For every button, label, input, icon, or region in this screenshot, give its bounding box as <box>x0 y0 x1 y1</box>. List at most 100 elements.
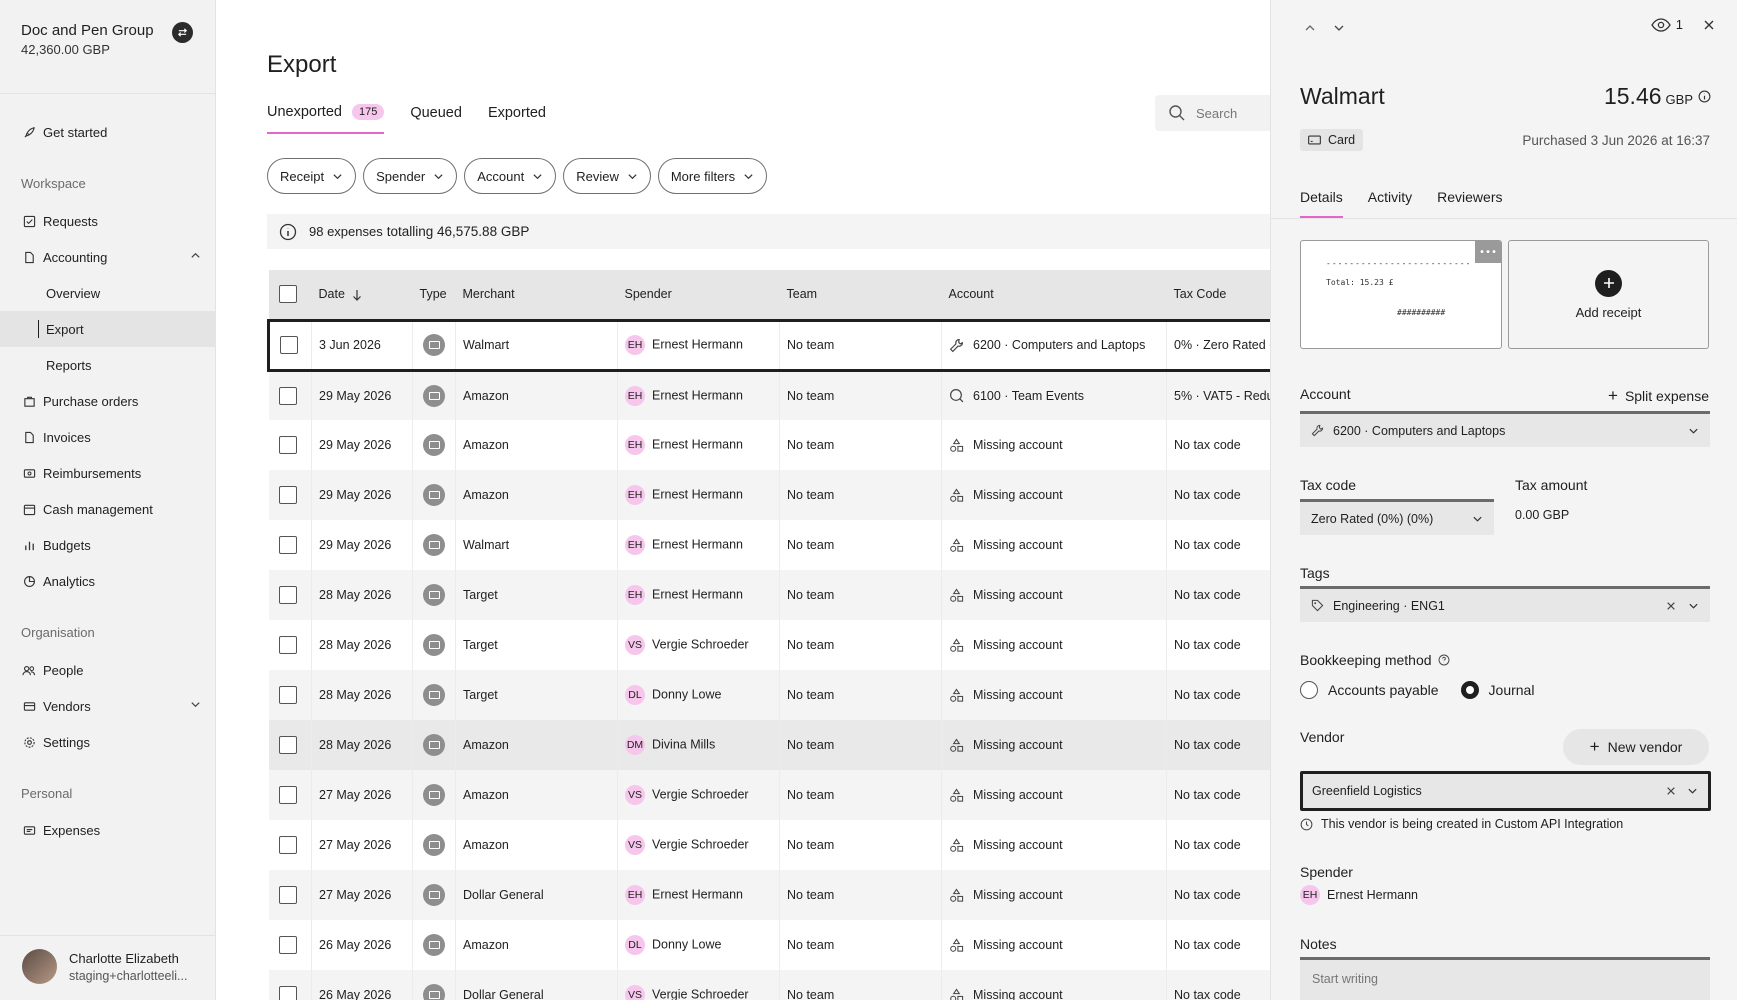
cell-date: 26 May 2026 <box>311 920 413 970</box>
table-row[interactable]: 3 Jun 2026 Walmart EH Ernest Hermann No team… <box>267 318 1272 372</box>
select-all-checkbox[interactable] <box>278 285 297 304</box>
filter-receipt[interactable]: Receipt <box>267 158 357 194</box>
filter-spender[interactable]: Spender <box>363 158 458 194</box>
spender-value: EH Ernest Hermann <box>1300 885 1418 905</box>
header-team: Team <box>779 270 942 320</box>
row-checkbox[interactable] <box>278 986 297 1000</box>
chevron-up-icon[interactable] <box>1300 18 1320 38</box>
tab-queued[interactable]: Queued <box>410 104 462 134</box>
table-row[interactable]: 29 May 2026 Amazon EH Ernest Hermann No team… <box>268 470 1272 520</box>
plus-icon <box>1595 269 1622 297</box>
radio-accounts-payable[interactable] <box>1300 681 1318 699</box>
arrow-down-icon <box>352 289 362 301</box>
table-row[interactable]: 28 May 2026 Target DL Donny Lowe No team Miss… <box>268 670 1272 720</box>
tags-select[interactable]: Engineering · ENG1 <box>1300 586 1710 622</box>
nav-vendors[interactable]: Vendors <box>0 688 215 724</box>
cell-date: 29 May 2026 <box>311 470 413 520</box>
eye-icon[interactable] <box>1650 17 1671 32</box>
table-row[interactable]: 29 May 2026 Amazon EH Ernest Hermann No team… <box>268 420 1272 470</box>
more-icon[interactable]: ••• <box>1475 241 1501 263</box>
cell-merchant: Amazon <box>455 820 618 870</box>
user-menu[interactable]: Charlotte Elizabeth staging+charlotteeli… <box>22 949 187 984</box>
help-icon[interactable] <box>1438 654 1450 666</box>
chevron-down-icon[interactable] <box>1329 18 1349 38</box>
row-checkbox[interactable] <box>278 436 297 454</box>
add-receipt-button[interactable]: Add receipt <box>1508 240 1709 349</box>
table-row[interactable]: 26 May 2026 Dollar General VS Vergie Schroe… <box>268 970 1272 1000</box>
receipt-thumbnail[interactable]: ------------------------- Total: 15.23 £… <box>1300 240 1502 349</box>
new-vendor-button[interactable]: + New vendor <box>1563 729 1709 765</box>
row-checkbox[interactable] <box>278 936 297 954</box>
cell-type <box>412 420 456 470</box>
nav-analytics[interactable]: Analytics <box>0 563 215 599</box>
clear-icon[interactable] <box>1666 601 1676 611</box>
row-checkbox[interactable] <box>278 486 297 504</box>
close-icon[interactable] <box>1703 19 1715 31</box>
radio-journal[interactable] <box>1460 681 1479 699</box>
row-checkbox[interactable] <box>278 586 297 604</box>
account-select[interactable]: 6200 · Computers and Laptops <box>1300 411 1710 447</box>
tab-activity[interactable]: Activity <box>1368 189 1412 218</box>
filter-review[interactable]: Review <box>563 158 651 194</box>
clear-icon[interactable] <box>1666 786 1676 796</box>
row-checkbox[interactable] <box>278 736 297 754</box>
filter-more[interactable]: More filters <box>657 158 768 194</box>
split-expense-button[interactable]: + Split expense <box>1608 386 1709 406</box>
vendor-select[interactable]: Greenfield Logistics <box>1300 771 1711 811</box>
tab-exported[interactable]: Exported <box>488 104 546 134</box>
nav-label: Vendors <box>43 698 91 714</box>
tab-unexported[interactable]: Unexported 175 <box>267 104 385 134</box>
nav-people[interactable]: People <box>0 652 215 688</box>
search-input[interactable]: Search <box>1155 95 1270 131</box>
tab-reviewers[interactable]: Reviewers <box>1437 189 1502 218</box>
nav-cash-management[interactable]: Cash management <box>0 491 215 527</box>
tax-code-select[interactable]: Zero Rated (0%) (0%) <box>1300 499 1494 535</box>
row-checkbox[interactable] <box>278 836 297 854</box>
avatar: EH <box>625 535 645 555</box>
row-checkbox-cell <box>268 420 312 470</box>
nav-reimbursements[interactable]: Reimbursements <box>0 455 215 491</box>
table-row[interactable]: 27 May 2026 Dollar General EH Ernest Herman… <box>268 870 1272 920</box>
bag-icon <box>22 394 36 408</box>
table-row[interactable]: 27 May 2026 Amazon VS Vergie Schroeder No te… <box>268 820 1272 870</box>
row-checkbox[interactable] <box>278 536 297 554</box>
table-row[interactable]: 28 May 2026 Target VS Vergie Schroeder No te… <box>268 620 1272 670</box>
nav-reports[interactable]: Reports <box>0 347 215 383</box>
notes-input[interactable]: Start writing <box>1300 957 1710 1000</box>
cell-type <box>412 870 456 920</box>
nav-invoices[interactable]: Invoices <box>0 419 215 455</box>
table-row[interactable]: 28 May 2026 Target EH Ernest Hermann No team… <box>268 570 1272 620</box>
info-icon[interactable] <box>1698 90 1711 103</box>
store-icon <box>22 699 36 713</box>
row-checkbox[interactable] <box>278 386 297 405</box>
table-row[interactable]: 27 May 2026 Amazon VS Vergie Schroeder No te… <box>268 770 1272 820</box>
table-row[interactable]: 29 May 2026 Walmart EH Ernest Hermann No tea… <box>268 520 1272 570</box>
filter-account[interactable]: Account <box>464 158 557 194</box>
cell-merchant: Target <box>455 620 618 670</box>
chevron-down-icon <box>433 171 444 182</box>
row-checkbox[interactable] <box>280 336 298 354</box>
header-spender: Spender <box>617 270 780 320</box>
nav-expenses[interactable]: Expenses <box>0 812 215 848</box>
row-checkbox[interactable] <box>278 886 297 904</box>
nav-export[interactable]: Export <box>0 311 215 347</box>
switch-org-icon[interactable] <box>172 22 193 43</box>
table-row[interactable]: 29 May 2026 Amazon EH Ernest Hermann No team… <box>268 370 1272 420</box>
row-checkbox[interactable] <box>278 686 297 704</box>
nav-accounting[interactable]: Accounting <box>0 239 215 275</box>
nav-settings[interactable]: Settings <box>0 724 215 760</box>
row-checkbox[interactable] <box>278 786 297 804</box>
cell-spender: EH Ernest Hermann <box>617 318 780 372</box>
nav-overview[interactable]: Overview <box>0 275 215 311</box>
nav-purchase-orders[interactable]: Purchase orders <box>0 383 215 419</box>
row-checkbox-cell <box>268 970 312 1000</box>
header-date[interactable]: Date <box>311 270 413 320</box>
nav-get-started[interactable]: Get started <box>0 114 215 150</box>
tab-details[interactable]: Details <box>1300 189 1343 218</box>
org-switcher[interactable]: Doc and Pen Group 42,360.00 GBP <box>21 22 154 57</box>
row-checkbox[interactable] <box>278 636 297 654</box>
table-row[interactable]: 28 May 2026 Amazon DM Divina Mills No team Mi… <box>268 720 1272 770</box>
nav-requests[interactable]: Requests <box>0 203 215 239</box>
table-row[interactable]: 26 May 2026 Amazon DL Donny Lowe No team Miss… <box>268 920 1272 970</box>
nav-budgets[interactable]: Budgets <box>0 527 215 563</box>
